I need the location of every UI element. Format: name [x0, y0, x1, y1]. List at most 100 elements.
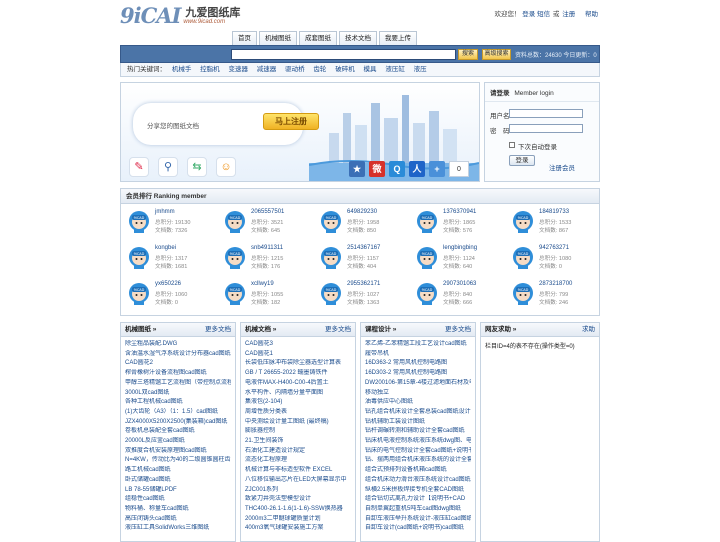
doc-link[interactable]: 机械计算与非标造型软件 EXCEL — [245, 466, 351, 476]
hot-keyword[interactable]: 机械手 — [172, 66, 192, 73]
doc-link[interactable]: 钻机辅助工装设计图纸 — [365, 418, 471, 428]
users-icon[interactable]: ☺ — [216, 157, 236, 177]
doc-link[interactable]: 履带吊机 — [365, 350, 471, 360]
doc-link[interactable]: N=4KW，传动比为40的二级圆锥圆柱齿 — [125, 456, 231, 466]
doc-link[interactable]: CAD圆花2 — [125, 359, 231, 369]
doc-link[interactable]: 移动独立 — [365, 389, 471, 399]
doc-link[interactable]: 卷板机总装配全套cad图纸 — [125, 427, 231, 437]
doc-link[interactable]: 油毒供应中心图纸 — [365, 398, 471, 408]
password-input[interactable] — [509, 124, 583, 133]
doc-link[interactable]: 致紧刀井壳法塑模型设计 — [245, 495, 351, 505]
doc-link[interactable]: 钻、摆两用组合机床液压系统的设计全套 — [365, 456, 471, 466]
doc-link[interactable]: 3000L双cad图纸 — [125, 389, 231, 399]
login-button[interactable]: 登录 — [509, 155, 535, 166]
member-name[interactable]: jmhmm — [155, 209, 175, 215]
avatar[interactable]: 9iCAD — [128, 245, 150, 270]
doc-link[interactable]: GB / T 26655-2022 蠕墨铸铁件 — [245, 369, 351, 379]
avatar[interactable]: 9iCAD — [320, 209, 342, 234]
login-link[interactable]: 登录 — [522, 11, 535, 18]
nav-tab-mech-drawings[interactable]: 机械图纸 — [259, 31, 297, 45]
doc-link[interactable]: 膨胀器控制 — [245, 427, 351, 437]
member-card[interactable]: 9iCAD 1376370941 总积分: 1865 文档数: 576 — [413, 209, 489, 241]
doc-link[interactable]: 中央测绘设计量工图纸 (最终稿) — [245, 418, 351, 428]
hot-keyword[interactable]: 齿轮 — [313, 66, 326, 73]
avatar[interactable]: 9iCAD — [512, 281, 534, 306]
qzone-icon[interactable]: Q — [389, 161, 405, 177]
column-title[interactable]: 课程设计 » — [365, 326, 396, 333]
plus-icon[interactable]: + — [429, 161, 445, 177]
avatar[interactable]: 9iCAD — [320, 245, 342, 270]
nav-tab-home[interactable]: 首页 — [232, 31, 257, 45]
hot-keyword[interactable]: 控脂机 — [200, 66, 220, 73]
member-name[interactable]: lengbingbing — [443, 245, 477, 251]
register-now-button[interactable]: 马上注册 — [263, 113, 319, 130]
member-card[interactable]: 9iCAD jmhmm 总积分: 19130 文档数: 7326 — [125, 209, 201, 241]
member-card[interactable]: 9iCAD yx650226 总积分: 1060 文档数: 0 — [125, 281, 201, 313]
doc-link[interactable]: DW200106-第15章-4楼过滤地面石材及电 — [365, 379, 471, 389]
search-input[interactable] — [231, 49, 456, 60]
doc-link[interactable]: 自卸车液压举升系统设计-液压缸cad图纸 — [365, 515, 471, 525]
doc-link[interactable]: (1)大齿轮（A3）（1：1.5）cad图纸 — [125, 408, 231, 418]
avatar[interactable]: 9iCAD — [128, 209, 150, 234]
column-title[interactable]: 网友求助 » — [485, 326, 516, 333]
doc-link[interactable]: 液压缸工具SolidWorks三维图纸 — [125, 524, 231, 534]
avatar[interactable]: 9iCAD — [224, 209, 246, 234]
doc-link[interactable]: 自制单翼起重机5吨车cad图dwg图纸 — [365, 505, 471, 515]
hot-keyword[interactable]: 破碎机 — [335, 66, 355, 73]
member-card[interactable]: 9iCAD 2873218700 总积分: 799 文档数: 246 — [509, 281, 585, 313]
doc-link[interactable]: 物料桶、称量车cad图纸 — [125, 505, 231, 515]
doc-link[interactable]: THC400-26.1-1.6(1-1.6)-SSW换热器 — [245, 505, 351, 515]
doc-link[interactable]: 钻床的电气控制设计全套cad图纸+说明书 — [365, 447, 471, 457]
doc-link[interactable]: 流态化工程原理 — [245, 456, 351, 466]
doc-link[interactable]: 16D363-2 常用风机控制电路图 — [365, 359, 471, 369]
member-name[interactable]: 2873218700 — [539, 281, 572, 287]
member-name[interactable]: 2065557501 — [251, 209, 284, 215]
doc-link[interactable]: 高压闭铸头cad图纸 — [125, 515, 231, 525]
doc-link[interactable]: CAD圆花1 — [245, 350, 351, 360]
site-logo[interactable]: 9iCAI 九爱图纸库 www.9icad.com — [120, 3, 240, 28]
avatar[interactable]: 9iCAD — [416, 281, 438, 306]
doc-link[interactable]: 组稳性cad图纸 — [125, 495, 231, 505]
doc-link[interactable]: ZJC001系列 — [245, 486, 351, 496]
member-name[interactable]: 2955362171 — [347, 281, 380, 287]
member-name[interactable]: 2514367167 — [347, 245, 380, 251]
nav-tab-tech-docs[interactable]: 技术文档 — [339, 31, 377, 45]
remember-checkbox[interactable] — [509, 142, 515, 148]
member-card[interactable]: 9iCAD 2907301063 总积分: 840 文档数: 666 — [413, 281, 489, 313]
sms-link[interactable]: 短信 — [537, 11, 550, 18]
doc-link[interactable]: 组合式预排列设备机箱cad图纸 — [365, 466, 471, 476]
avatar[interactable]: 9iCAD — [416, 245, 438, 270]
avatar[interactable]: 9iCAD — [128, 281, 150, 306]
doc-link[interactable]: 20000L反应釜cad图纸 — [125, 437, 231, 447]
hot-keyword[interactable]: 模具 — [364, 66, 377, 73]
doc-link[interactable]: 16D303-2 常用风机控制电路图 — [365, 369, 471, 379]
doc-link[interactable]: 除尘粗品装配.DWG — [125, 340, 231, 350]
member-name[interactable]: 942763271 — [539, 245, 569, 251]
doc-link[interactable]: 各种工程机械cad图纸 — [125, 398, 231, 408]
doc-link[interactable]: 电液伴MAX-H400-C00-4后置土 — [245, 379, 351, 389]
doc-link[interactable]: 石油化工建造设计规定 — [245, 447, 351, 457]
member-name[interactable]: 1376370941 — [443, 209, 476, 215]
member-name[interactable]: 184819733 — [539, 209, 569, 215]
member-card[interactable]: 9iCAD 942763271 总积分: 1080 文档数: 0 — [509, 245, 585, 277]
more-link[interactable]: 求助 — [582, 323, 595, 336]
register-link[interactable]: 注册 — [562, 11, 575, 18]
avatar[interactable]: 9iCAD — [320, 281, 342, 306]
doc-link[interactable]: 钻床机电液控制系统液压系统dwg图、电 — [365, 437, 471, 447]
doc-link[interactable]: 卧式储罐cad图纸 — [125, 476, 231, 486]
weibo-icon[interactable]: 微 — [369, 161, 385, 177]
advanced-search-button[interactable]: 高级搜索 — [482, 49, 511, 60]
doc-link[interactable]: 双推度合机安装原理图cad图纸 — [125, 447, 231, 457]
doc-link[interactable]: 周增性质分类表 — [245, 408, 351, 418]
doc-link[interactable]: 纵横2.5米拼板焊接专机全套CAD图纸 — [365, 486, 471, 496]
member-card[interactable]: 9iCAD 2514367167 总积分: 1157 文档数: 404 — [317, 245, 393, 277]
member-card[interactable]: 9iCAD 2955362171 总积分: 1027 文档数: 1363 — [317, 281, 393, 313]
more-link[interactable]: 更多文档 — [325, 323, 351, 336]
doc-link[interactable]: 苯乙烯-乙苯精馏工段工艺设计cad图纸 — [365, 340, 471, 350]
member-card[interactable]: 9iCAD 184819733 总积分: 1533 文档数: 867 — [509, 209, 585, 241]
hot-keyword[interactable]: 液压 — [414, 66, 427, 73]
member-card[interactable]: 9iCAD kongbei 总积分: 1317 文档数: 1681 — [125, 245, 201, 277]
member-card[interactable]: 9iCAD snb4911311 总积分: 1215 文档数: 176 — [221, 245, 297, 277]
renren-icon[interactable]: 人 — [409, 161, 425, 177]
doc-link[interactable]: 含油温水湿气浮系统设计分布器cad图纸 — [125, 350, 231, 360]
